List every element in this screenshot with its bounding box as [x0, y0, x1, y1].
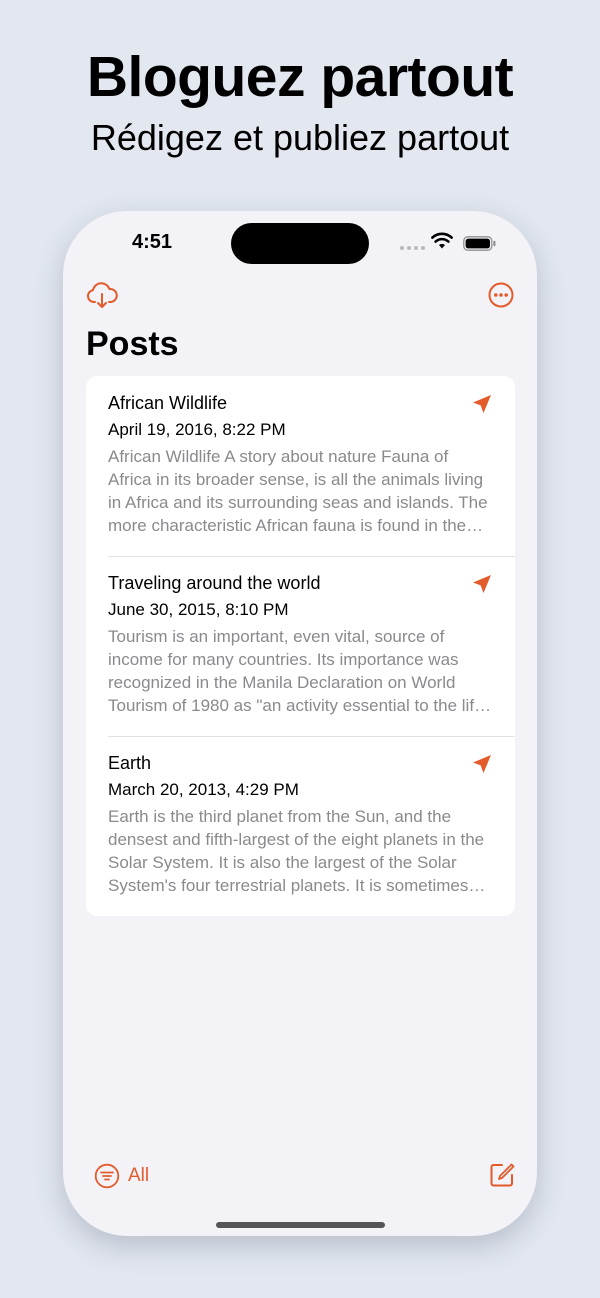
phone-frame: 4:51 Posts African Wildlife April 19, 20…: [63, 211, 537, 1236]
compose-button[interactable]: [488, 1161, 516, 1189]
more-ellipsis-icon: [488, 282, 514, 308]
promo-subheadline: Rédigez et publiez partout: [90, 117, 510, 158]
post-excerpt: Tourism is an important, even vital, sou…: [108, 627, 484, 715]
cloud-download-button[interactable]: [85, 278, 119, 312]
post-row[interactable]: African Wildlife April 19, 2016, 8:22 PM…: [86, 376, 515, 556]
post-row[interactable]: Traveling around the world June 30, 2015…: [86, 556, 515, 736]
post-title: Traveling around the world: [108, 573, 321, 593]
posts-list: African Wildlife April 19, 2016, 8:22 PM…: [86, 376, 515, 916]
status-time: 4:51: [132, 231, 173, 253]
filter-icon: [94, 1163, 120, 1189]
dynamic-island: [231, 223, 369, 264]
post-date: April 19, 2016, 8:22 PM: [108, 420, 286, 439]
more-button[interactable]: [484, 278, 518, 312]
published-send-icon: [473, 575, 491, 593]
wifi-icon: [431, 232, 453, 249]
published-send-icon: [473, 755, 491, 773]
filter-button[interactable]: All: [94, 1161, 149, 1191]
post-title: African Wildlife: [108, 393, 228, 413]
filter-label: All: [128, 1165, 150, 1186]
home-indicator: [216, 1222, 385, 1228]
post-date: March 20, 2013, 4:29 PM: [108, 780, 299, 799]
post-title: Earth: [108, 753, 152, 773]
battery-icon: [463, 236, 496, 251]
post-excerpt: African Wildlife A story about nature Fa…: [108, 447, 488, 535]
compose-icon: [490, 1163, 515, 1187]
page-title: Posts: [86, 325, 179, 363]
post-excerpt: Earth is the third planet from the Sun, …: [108, 807, 485, 895]
post-date: June 30, 2015, 8:10 PM: [108, 600, 289, 619]
cloud-download-icon: [87, 282, 118, 308]
promo-headline: Bloguez partout: [86, 45, 514, 109]
post-row[interactable]: Earth March 20, 2013, 4:29 PM Earth is t…: [86, 736, 515, 916]
published-send-icon: [473, 395, 491, 413]
